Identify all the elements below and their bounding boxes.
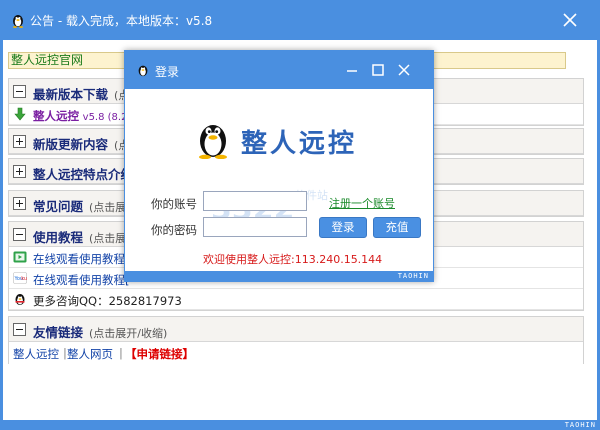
section-title: 整人远控特点介绍 — [33, 167, 134, 182]
section-title: 友情链接 — [33, 325, 84, 340]
recharge-button[interactable]: 充值 — [373, 217, 421, 238]
account-input[interactable] — [203, 191, 307, 211]
qq-penguin-icon — [13, 15, 23, 28]
expand-toggle-icon[interactable] — [13, 165, 26, 178]
brand-label: TAOHIN — [397, 272, 429, 280]
video-icon — [13, 251, 27, 263]
collapse-toggle-icon[interactable] — [13, 85, 26, 98]
maximize-icon[interactable] — [369, 61, 387, 79]
outer-window-title: 公告 - 载入完成，本地版本：v5.8 — [30, 14, 213, 28]
minimize-icon[interactable] — [343, 61, 361, 79]
qq-icon — [15, 294, 25, 305]
account-label: 你的账号 — [151, 197, 197, 211]
tutorial-link[interactable]: 在线观看使用教程[ — [33, 272, 130, 288]
penguin-logo-icon — [199, 125, 227, 159]
expand-toggle-icon[interactable] — [13, 135, 26, 148]
login-title: 登录 — [155, 65, 180, 79]
login-bottombar: TAOHIN — [125, 271, 433, 281]
window-border-left — [0, 40, 3, 420]
download-name[interactable]: 整人远控 — [33, 109, 79, 123]
section-title: 使用教程 — [33, 230, 84, 245]
link-separator: | — [119, 346, 123, 360]
section-title: 最新版本下载 — [33, 87, 109, 102]
section-title: 常见问题 — [33, 199, 84, 214]
qq-contact-text: 更多咨询QQ：2582817973 — [33, 294, 182, 308]
apply-link[interactable]: 【申请链接】 — [125, 346, 194, 362]
login-button[interactable]: 登录 — [319, 217, 367, 238]
password-input[interactable] — [203, 217, 307, 237]
outer-bottombar: TAOHIN — [0, 420, 600, 430]
section-hint: (点击展开/收缩) — [89, 327, 168, 340]
login-dialog: 登录 整人远控 3322 软件站 你的账号 注册一个账号 你的密码 登录 充值 — [124, 50, 434, 282]
expand-toggle-icon[interactable] — [13, 197, 26, 210]
section-header[interactable]: 友情链接 (点击展开/收缩) — [9, 317, 583, 342]
section-friend-links: 友情链接 (点击展开/收缩) 整人远控 | 整人网页 | 【申请链接】 — [8, 316, 584, 364]
tutorial-link[interactable]: 在线观看使用教程[ — [33, 251, 130, 267]
brand-label: TAOHIN — [564, 421, 596, 429]
svg-text:ku: ku — [21, 276, 27, 282]
friend-links-row: 整人远控 | 整人网页 | 【申请链接】 — [9, 342, 583, 364]
password-label: 你的密码 — [151, 223, 197, 237]
youku-icon: You ku — [13, 272, 27, 284]
friend-link[interactable]: 整人远控 — [13, 346, 59, 362]
qq-contact-row: 更多咨询QQ：2582817973 — [9, 289, 583, 310]
collapse-toggle-icon[interactable] — [13, 323, 26, 336]
welcome-message: 欢迎使用整人远控:113.240.15.144 — [203, 253, 383, 266]
app-logo: 整人远控 — [193, 117, 373, 159]
logo-text: 整人远控 — [241, 129, 358, 159]
qq-penguin-icon — [138, 65, 148, 77]
collapse-toggle-icon[interactable] — [13, 228, 26, 241]
download-arrow-icon — [14, 107, 26, 121]
download-version: v5.8 (8.2 — [82, 112, 128, 123]
friend-link[interactable]: 整人网页 — [67, 346, 113, 362]
register-link[interactable]: 注册一个账号 — [329, 195, 395, 211]
close-icon[interactable] — [395, 61, 413, 79]
close-icon[interactable] — [560, 10, 580, 30]
login-titlebar[interactable]: 登录 — [125, 51, 433, 89]
outer-titlebar: 公告 - 载入完成，本地版本：v5.8 — [0, 0, 600, 40]
section-hint: (点击展 — [89, 232, 127, 245]
section-title: 新版更新内容 — [33, 137, 109, 152]
